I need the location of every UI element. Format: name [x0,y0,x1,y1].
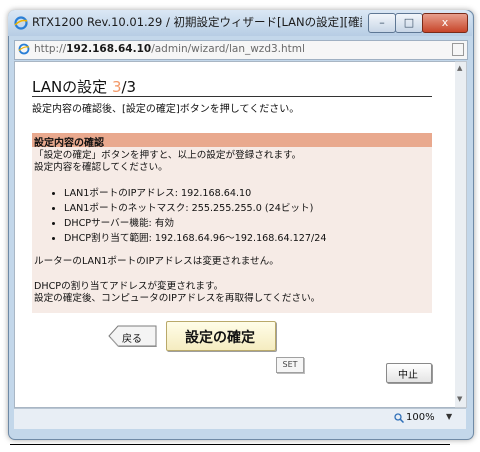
close-icon: x [441,16,449,29]
url-host: 192.168.64.10 [66,43,152,55]
url-text: http://192.168.64.10/admin/wizard/lan_wz… [34,43,305,55]
back-button-label[interactable]: 戻る [122,330,142,345]
window-title: RTX1200 Rev.10.01.29 / 初期設定ウィザード[LANの設定]… [32,15,362,29]
step-current: 3 [111,78,122,96]
bottom-divider [10,444,450,445]
list-item: LAN1ポートのネットマスク: 255.255.255.0 (24ビット) [64,201,326,216]
url-scheme: http:// [34,43,67,55]
page-title: LANの設定 3/3 [32,76,136,97]
note-ip-unchanged: ルーターのLAN1ポートのIPアドレスは変更されません。 [34,256,279,267]
scroll-up-icon[interactable]: ▲ [457,64,462,72]
maximize-button[interactable]: □ [395,13,423,33]
title-divider [32,96,432,97]
vertical-scrollbar[interactable] [455,61,467,408]
settings-list: LAN1ポートのIPアドレス: 192.168.64.10 LAN1ポートのネッ… [52,186,326,246]
page-title-text: LANの設定 [32,78,112,96]
zoom-dropdown-icon[interactable]: ▼ [446,412,452,421]
page-status-icon [452,43,464,56]
confirm-box-heading: 設定内容の確認 [34,138,104,149]
zoom-icon [394,413,404,423]
note-dhcp-changed: DHCPの割り当てアドレスが変更されます。 [34,281,224,292]
note-renew-ip: 設定の確定後、コンピュータのIPアドレスを再取得してください。 [34,293,321,304]
url-path: /admin/wizard/lan_wzd3.html [151,43,305,55]
scroll-down-icon[interactable]: ▼ [457,395,462,403]
list-item: DHCPサーバー機能: 有効 [64,216,326,231]
confirm-settings-label[interactable]: 設定の確定 [166,327,274,347]
maximize-icon: □ [403,16,415,29]
confirm-line-1: 「設定の確定」ボタンを押すと、以上の設定が登録されます。 [34,150,302,161]
page-icon [18,43,30,55]
set-badge: SET [276,357,304,373]
ie-logo-icon [14,16,28,30]
minimize-icon: – [379,16,385,29]
list-item: LAN1ポートのIPアドレス: 192.168.64.10 [64,186,326,201]
stop-button-label[interactable]: 中止 [386,366,430,381]
zoom-level[interactable]: 100% [406,412,435,423]
minimize-button[interactable]: – [368,13,396,33]
close-button[interactable]: x [422,13,468,33]
step-total: /3 [121,78,137,96]
intro-text: 設定内容の確認後、[設定の確定]ボタンを押してください。 [32,104,300,115]
list-item: DHCP割り当て範囲: 192.168.64.96～192.168.64.127… [64,231,326,246]
confirm-line-2: 設定内容を確認してください。 [34,162,168,173]
